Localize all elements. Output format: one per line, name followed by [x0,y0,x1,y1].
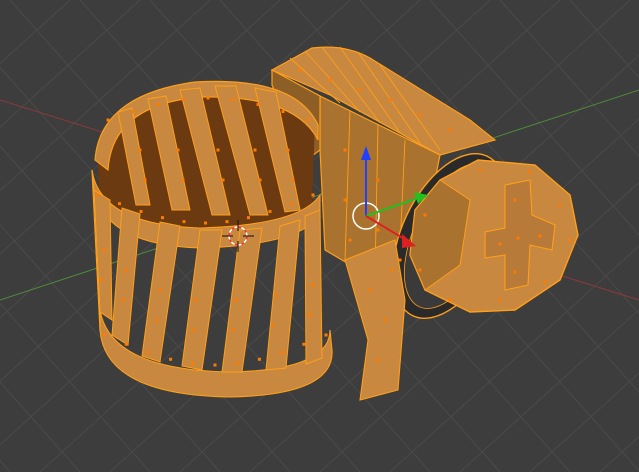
mesh-vertex[interactable] [290,202,293,206]
mesh-vertex[interactable] [206,96,210,100]
mesh-vertex[interactable] [258,178,262,182]
mesh-vertex[interactable] [306,118,310,122]
mesh-vertex[interactable] [271,323,275,327]
mesh-vertex[interactable] [311,283,315,287]
mesh-vertex[interactable] [191,362,195,366]
mesh-vertex[interactable] [376,358,380,362]
mesh-vertex[interactable] [204,221,207,225]
grid-line [0,0,141,128]
mesh-vertex[interactable] [181,178,185,182]
mesh-vertex[interactable] [182,220,186,224]
mesh-vertex[interactable] [99,278,103,282]
mesh-vertex[interactable] [543,280,547,284]
mesh-vertex[interactable] [124,342,128,346]
mesh-vertex[interactable] [498,242,502,246]
mesh-vertex[interactable] [118,202,121,206]
mesh-vertex[interactable] [558,203,562,207]
mesh-vertex[interactable] [478,168,482,172]
cage-side-flap[interactable] [344,239,406,401]
mesh-vertex[interactable] [213,363,217,367]
3d-viewport[interactable] [0,0,639,472]
mesh-vertex[interactable] [138,148,142,152]
mesh-vertex[interactable] [324,333,328,337]
mesh-vertex[interactable] [161,216,164,220]
mesh-vertex[interactable] [139,209,143,213]
mesh-vertex[interactable] [568,238,572,242]
grid-line [0,460,11,472]
mesh-vertex[interactable] [106,118,110,122]
mesh-vertex[interactable] [291,178,295,182]
mesh-vertex[interactable] [516,236,520,240]
mesh-vertex[interactable] [176,148,180,152]
mesh-vertex[interactable] [191,328,195,332]
mesh-vertex[interactable] [298,68,302,72]
mesh-vertex[interactable] [225,220,229,224]
mesh-vertex[interactable] [376,178,380,182]
mesh-vertex[interactable] [398,258,402,262]
grid-line [0,381,81,472]
mesh-vertex[interactable] [247,216,250,220]
mesh-vertex[interactable] [235,362,239,366]
mesh-vertex[interactable] [448,128,452,132]
mesh-vertex[interactable] [498,298,502,302]
mesh-object[interactable] [91,46,579,401]
mesh-vertex[interactable] [448,298,452,302]
mesh-vertex[interactable] [231,98,235,102]
mesh-vertex[interactable] [368,288,372,292]
mesh-vertex[interactable] [343,148,347,152]
mesh-vertex[interactable] [286,148,290,152]
mesh-vertex[interactable] [156,102,160,106]
mesh-vertex[interactable] [96,193,100,197]
mesh-vertex[interactable] [143,178,147,182]
mesh-vertex[interactable] [418,268,422,272]
mesh-vertex[interactable] [538,234,542,238]
mesh-vertex[interactable] [390,268,394,272]
viewport-canvas[interactable] [0,0,639,472]
mesh-vertex[interactable] [169,357,173,361]
mesh-vertex[interactable] [302,342,306,346]
mesh-vertex[interactable] [256,102,260,106]
mesh-vertex[interactable] [268,209,272,213]
mesh-vertex[interactable] [376,228,380,232]
mesh-vertex[interactable] [513,198,517,202]
mesh-vertex[interactable] [281,110,285,114]
mesh-vertex[interactable] [358,88,362,92]
mesh-vertex[interactable] [102,333,106,337]
mesh-vertex[interactable] [343,198,347,202]
mesh-vertex[interactable] [216,148,220,152]
mesh-vertex[interactable] [158,288,162,292]
mesh-vertex[interactable] [328,78,332,82]
mesh-vertex[interactable] [280,351,284,355]
mesh-vertex[interactable] [513,270,517,274]
mesh-vertex[interactable] [311,193,315,197]
mesh-vertex[interactable] [194,298,198,302]
mesh-vertex[interactable] [418,113,422,117]
mesh-vertex[interactable] [121,298,125,302]
mesh-vertex[interactable] [348,238,352,242]
mesh-vertex[interactable] [274,293,278,297]
mesh-vertex[interactable] [308,313,312,317]
mesh-vertex[interactable] [231,328,235,332]
mesh-vertex[interactable] [388,98,392,102]
mesh-vertex[interactable] [423,213,427,217]
mesh-vertex[interactable] [253,148,257,152]
mesh-vertex[interactable] [221,178,225,182]
mesh-vertex[interactable] [146,351,150,355]
mesh-vertex[interactable] [528,170,532,174]
mesh-vertex[interactable] [257,357,261,361]
mesh-vertex[interactable] [124,268,128,272]
mesh-vertex[interactable] [234,298,238,302]
mesh-vertex[interactable] [102,248,106,252]
mesh-vertex[interactable] [131,110,135,114]
mesh-vertex[interactable] [181,98,185,102]
mesh-vertex[interactable] [155,318,159,322]
mesh-vertex[interactable] [383,318,387,322]
